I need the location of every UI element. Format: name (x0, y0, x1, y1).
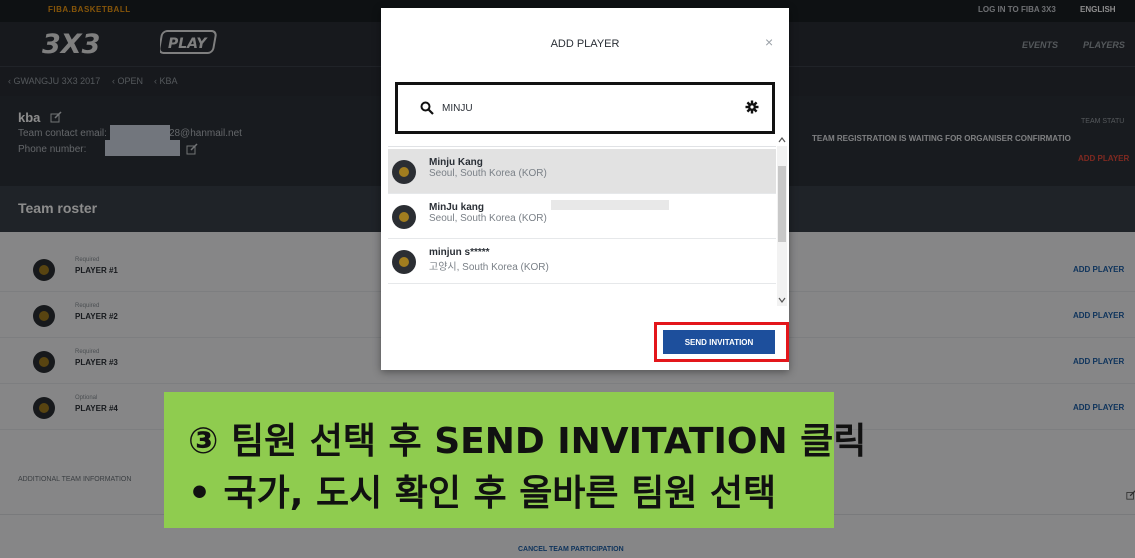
search-input[interactable] (442, 99, 732, 117)
add-player-modal: ADD PLAYER × Minju Kang Seoul, South Kor… (381, 8, 789, 370)
player-name: minjun s***** (429, 247, 490, 258)
player-result[interactable]: minjun s***** 고양시, South Korea (KOR) (388, 239, 776, 284)
search-icon (420, 101, 434, 115)
player-location: Seoul, South Korea (KOR) (429, 168, 547, 179)
chevron-down-icon[interactable] (778, 296, 786, 304)
player-name: MinJu kang (429, 202, 485, 213)
caption-line-1: ③ 팀원 선택 후 SEND INVITATION 클릭 (188, 421, 867, 462)
player-location: 고양시, South Korea (KOR) (429, 262, 549, 273)
modal-title: ADD PLAYER (550, 38, 620, 50)
close-icon[interactable]: × (765, 34, 773, 50)
player-avatar (392, 160, 416, 184)
highlight-box (654, 322, 789, 362)
instruction-caption: ③ 팀원 선택 후 SEND INVITATION 클릭 • 국가, 도시 확인… (164, 392, 866, 528)
search-results: Minju Kang Seoul, South Korea (KOR) MinJ… (388, 146, 776, 286)
caption-line-2: • 국가, 도시 확인 후 올바른 팀원 선택 (188, 473, 777, 514)
results-scrollbar[interactable] (777, 137, 787, 306)
player-avatar (392, 205, 416, 229)
gear-icon[interactable] (745, 100, 759, 114)
player-name: Minju Kang (429, 157, 483, 168)
search-box (395, 82, 775, 134)
player-avatar (392, 250, 416, 274)
player-result[interactable]: Minju Kang Seoul, South Korea (KOR) (388, 149, 776, 194)
player-location: Seoul, South Korea (KOR) (429, 213, 547, 224)
redaction-mask (551, 200, 669, 210)
scrollbar-thumb[interactable] (778, 166, 786, 242)
chevron-up-icon[interactable] (778, 136, 786, 144)
